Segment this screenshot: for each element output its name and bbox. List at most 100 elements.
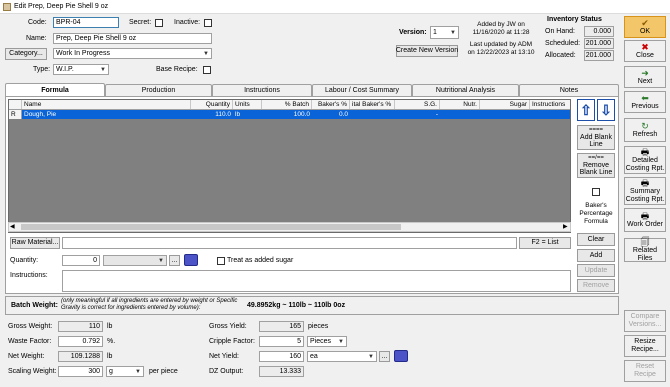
- col-header-name[interactable]: Name: [22, 100, 191, 109]
- quantity-input[interactable]: 0: [62, 255, 100, 266]
- table-row[interactable]: R Dough, Pie 110.0 lb 100.0 0.0 -: [9, 110, 570, 119]
- cell-units[interactable]: lb: [233, 110, 262, 119]
- gross-yield-label: Gross Yield:: [209, 323, 247, 330]
- tab-formula[interactable]: Formula: [5, 83, 105, 97]
- raw-material-button[interactable]: Raw Material...: [10, 237, 60, 249]
- secret-label: Secret:: [129, 19, 152, 26]
- book-icon[interactable]: [184, 254, 198, 266]
- add-button[interactable]: Add: [577, 249, 615, 262]
- tab-labour-cost[interactable]: Labour / Cost Summary: [312, 84, 412, 96]
- category-button[interactable]: Category...: [5, 48, 47, 60]
- cell-pct-batch[interactable]: 100.0: [262, 110, 312, 119]
- col-header-instructions[interactable]: Instructions: [530, 100, 570, 109]
- detailed-costing-button[interactable]: 🖶 Detailed Costing Rpt.: [624, 146, 666, 174]
- chevron-down-icon: ▼: [100, 66, 106, 73]
- create-version-button[interactable]: Create New Version: [396, 45, 458, 57]
- cell-total-bakers-pct[interactable]: [350, 110, 395, 119]
- net-yield-unit-select[interactable]: ea ▼: [307, 351, 377, 362]
- type-select[interactable]: W.I.P. ▼: [53, 64, 109, 75]
- secret-checkbox[interactable]: [155, 19, 163, 27]
- bakers-pct-label: Baker's Percentage Formula: [579, 202, 613, 225]
- scroll-thumb[interactable]: [21, 224, 401, 230]
- on-hand-label: On Hand:: [545, 28, 575, 35]
- scaling-weight-label: Scaling Weight:: [8, 368, 57, 375]
- chevron-down-icon: ▼: [338, 338, 344, 345]
- col-header-total-bakers-pct[interactable]: ital Baker's %: [350, 100, 395, 109]
- clear-button[interactable]: Clear: [577, 233, 615, 246]
- refresh-button[interactable]: ↻ Refresh: [624, 118, 666, 142]
- next-button[interactable]: ➜ Next: [624, 66, 666, 88]
- chevron-down-icon: ▼: [135, 368, 141, 375]
- quantity-unit-select[interactable]: ▼: [103, 255, 167, 266]
- net-yield-input[interactable]: 160: [259, 351, 304, 362]
- window-title: Edit Prep, Deep Pie Shell 9 oz: [14, 3, 109, 10]
- instructions-input[interactable]: [62, 270, 571, 292]
- scroll-left-icon[interactable]: ◀: [10, 223, 15, 230]
- cripple-factor-input[interactable]: 5: [259, 336, 304, 347]
- col-header-sg[interactable]: S.G.: [395, 100, 440, 109]
- resize-recipe-button[interactable]: Resize Recipe...: [624, 335, 666, 357]
- col-header-quantity[interactable]: Quantity: [191, 100, 233, 109]
- scaling-weight-input[interactable]: 300: [58, 366, 103, 377]
- ok-button[interactable]: ✔ OK: [624, 16, 666, 38]
- f2-list-button[interactable]: F2 = List: [519, 237, 571, 249]
- name-input[interactable]: Prep, Deep Pie Shell 9 oz: [53, 33, 212, 44]
- base-recipe-checkbox[interactable]: [203, 66, 211, 74]
- printer-icon: 🖶: [640, 146, 650, 157]
- waste-factor-input[interactable]: 0.792: [58, 336, 103, 347]
- tab-notes[interactable]: Notes: [519, 84, 619, 96]
- col-header-nutr[interactable]: Nutr.: [440, 100, 480, 109]
- grid-hscrollbar[interactable]: ◀ ▶: [8, 222, 571, 232]
- scroll-right-icon[interactable]: ▶: [563, 223, 568, 230]
- reset-recipe-button[interactable]: Reset Recipe: [624, 360, 666, 382]
- raw-material-input[interactable]: [62, 237, 517, 249]
- allocated-label: Allocated:: [545, 52, 576, 59]
- category-select[interactable]: Work In Progress ▼: [53, 48, 212, 59]
- net-yield-unit-value: ea: [310, 353, 318, 360]
- chevron-down-icon: ▼: [158, 257, 164, 264]
- net-yield-label: Net Yield:: [209, 353, 239, 360]
- move-up-arrow-icon[interactable]: ⇧: [577, 99, 595, 121]
- cripple-unit-select[interactable]: Pieces ▼: [307, 336, 347, 347]
- compare-versions-button[interactable]: Compare Versions...: [624, 310, 666, 332]
- book-icon[interactable]: [394, 350, 408, 362]
- cell-sg[interactable]: -: [395, 110, 440, 119]
- add-blank-line-button[interactable]: ==== Add Blank Line: [577, 125, 615, 150]
- remove-blank-line-button[interactable]: ==/== Remove Blank Line: [577, 153, 615, 178]
- scaling-unit-value: g: [109, 368, 113, 375]
- col-header-sugar[interactable]: Sugar: [480, 100, 530, 109]
- dz-output-value: 13.333: [259, 366, 304, 377]
- col-header-units[interactable]: Units: [233, 100, 262, 109]
- unit-lookup-button[interactable]: ...: [169, 255, 180, 266]
- net-weight-label: Net Weight:: [8, 353, 45, 360]
- col-header-pct-batch[interactable]: % Batch: [262, 100, 312, 109]
- remove-button[interactable]: Remove: [577, 279, 615, 292]
- close-button[interactable]: ✖ Close: [624, 40, 666, 62]
- version-select[interactable]: 1 ▼: [430, 26, 459, 39]
- inactive-checkbox[interactable]: [204, 19, 212, 27]
- detailed-label: Detailed Costing Rpt.: [625, 156, 665, 172]
- cell-name[interactable]: Dough, Pie: [22, 110, 191, 119]
- work-order-button[interactable]: 🖶 Work Order: [624, 208, 666, 232]
- bakers-pct-checkbox[interactable]: [592, 188, 600, 196]
- summary-label: Summary Costing Rpt.: [625, 187, 665, 203]
- summary-costing-button[interactable]: 🖶 Summary Costing Rpt.: [624, 177, 666, 205]
- code-input[interactable]: BPR-04: [53, 17, 119, 28]
- row-marker: R: [9, 110, 22, 119]
- tab-instructions[interactable]: Instructions: [212, 84, 312, 96]
- tab-production[interactable]: Production: [105, 84, 212, 96]
- cell-quantity[interactable]: 110.0: [191, 110, 233, 119]
- treat-sugar-checkbox[interactable]: [217, 257, 225, 265]
- gross-yield-value: 165: [259, 321, 304, 332]
- tab-nutritional[interactable]: Nutritional Analysis: [412, 84, 519, 96]
- move-down-arrow-icon[interactable]: ⇩: [597, 99, 615, 121]
- cell-bakers-pct[interactable]: 0.0: [312, 110, 350, 119]
- previous-button[interactable]: ⬅ Previous: [624, 91, 666, 113]
- ingredients-grid[interactable]: Name Quantity Units % Batch Baker's % it…: [8, 99, 571, 233]
- batch-weight-label: Batch Weight:: [11, 302, 58, 309]
- scaling-unit-select[interactable]: g ▼: [106, 366, 144, 377]
- yield-unit-lookup-button[interactable]: ...: [379, 351, 390, 362]
- update-button[interactable]: Update: [577, 264, 615, 277]
- col-header-bakers-pct[interactable]: Baker's %: [312, 100, 350, 109]
- related-files-button[interactable]: 🗐 Related Files: [624, 237, 666, 262]
